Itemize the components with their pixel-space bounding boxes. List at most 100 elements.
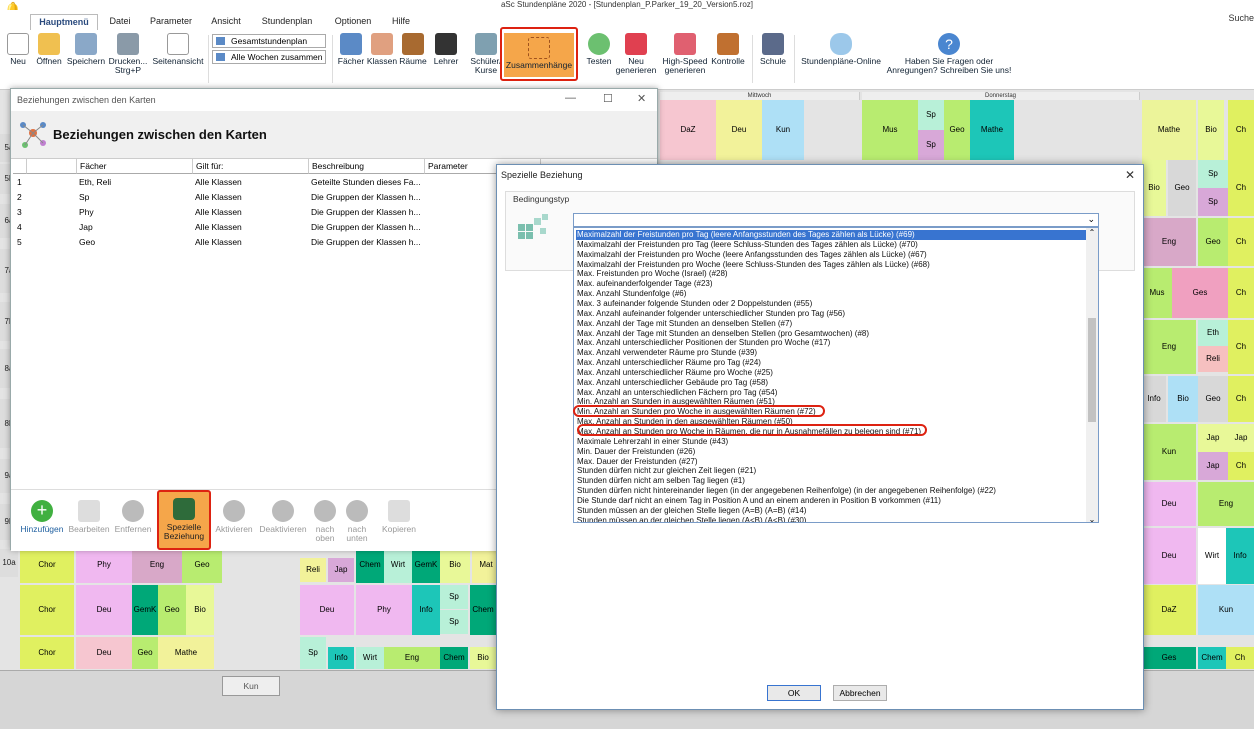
lesson-card[interactable]: Geo — [182, 547, 222, 583]
lesson-card[interactable]: Sp — [918, 100, 944, 130]
lesson-card[interactable]: Wirt — [356, 647, 384, 669]
lesson-card[interactable]: GemK — [412, 547, 440, 583]
kontrolle-button[interactable]: Kontrolle — [710, 33, 746, 66]
highspeed-button[interactable]: High-Speed generieren — [660, 33, 710, 75]
condition-option[interactable]: Stunden müssen an der gleichen Stelle li… — [576, 516, 1086, 522]
condition-option[interactable]: Maximalzahl der Freistunden pro Woche (l… — [576, 250, 1086, 260]
lesson-card[interactable]: Eng — [1142, 218, 1196, 266]
move-down-button[interactable]: nach unten — [343, 500, 371, 543]
menu-hilfe[interactable]: Hilfe — [386, 14, 416, 30]
menu-ansicht[interactable]: Ansicht — [206, 14, 246, 30]
lesson-card[interactable]: Bio — [1142, 160, 1166, 216]
col-beschreibung[interactable]: Beschreibung — [309, 159, 425, 174]
lesson-card[interactable]: Chem — [470, 585, 496, 635]
ok-button[interactable]: OK — [767, 685, 821, 701]
lesson-card[interactable]: Wirt — [384, 547, 412, 583]
lesson-card[interactable]: Deu — [76, 585, 132, 635]
lesson-card[interactable]: Ch — [1226, 647, 1254, 669]
lesson-card[interactable]: Mathe — [1142, 100, 1196, 160]
lesson-card[interactable]: Wirt — [1198, 528, 1226, 584]
lesson-card[interactable]: Geo — [132, 637, 158, 669]
lesson-card[interactable]: Ch — [1228, 268, 1254, 318]
close-icon[interactable]: ✕ — [1125, 168, 1135, 182]
condition-option[interactable]: Max. Anzahl unterschiedlicher Räume pro … — [576, 358, 1086, 368]
oeffnen-button[interactable]: Öffnen — [34, 33, 64, 66]
lesson-card[interactable]: Jap — [1228, 424, 1254, 452]
copy-button[interactable]: Kopieren — [377, 500, 421, 534]
lesson-card[interactable]: Jap — [1198, 424, 1228, 452]
lesson-card[interactable]: Kun — [1198, 585, 1254, 635]
lesson-card[interactable]: Mathe — [158, 637, 214, 669]
condition-option[interactable]: Max. Anzahl verwendeter Räume pro Stunde… — [576, 348, 1086, 358]
neu-generieren-button[interactable]: Neu generieren — [614, 33, 658, 75]
online-button[interactable]: Stundenpläne-Online — [798, 33, 884, 66]
lesson-card[interactable]: GemK — [132, 585, 158, 635]
lesson-card[interactable]: Phy — [356, 585, 412, 635]
lesson-card[interactable]: Sp — [1198, 188, 1228, 216]
lesson-card[interactable]: Ch — [1228, 218, 1254, 266]
condition-option[interactable]: Maximale Lehrerzahl in einer Stunde (#43… — [576, 437, 1086, 447]
edit-button[interactable]: Bearbeiten — [67, 500, 111, 534]
lesson-card[interactable]: Info — [412, 585, 440, 635]
special-relation-button[interactable]: Spezielle Beziehung — [157, 490, 211, 550]
lesson-card[interactable]: Jap — [328, 558, 354, 582]
minimize-icon[interactable]: — — [565, 92, 576, 104]
lesson-card[interactable]: Chem — [1198, 647, 1226, 669]
lesson-card[interactable]: DaZ — [660, 100, 716, 160]
search-link[interactable]: Suche — [1228, 13, 1254, 23]
col-gilt-fuer[interactable]: Gilt für: — [193, 159, 309, 174]
condition-option[interactable]: Max. Anzahl unterschiedlicher Positionen… — [576, 338, 1086, 348]
lesson-card[interactable]: Kun — [1142, 424, 1196, 480]
lesson-card[interactable]: Deu — [1142, 482, 1196, 526]
lesson-card[interactable]: Deu — [76, 637, 132, 669]
lesson-card[interactable]: Bio — [1198, 100, 1224, 160]
scroll-up-icon[interactable]: ⌃ — [1086, 228, 1098, 237]
scrollbar-thumb[interactable] — [1088, 318, 1096, 422]
lesson-card[interactable]: Eng — [384, 647, 440, 669]
condition-option[interactable]: Max. Anzahl unterschiedlicher Räume pro … — [576, 368, 1086, 378]
lesson-card[interactable]: Chem — [440, 647, 468, 669]
list-scrollbar[interactable]: ⌃ ⌄ — [1086, 228, 1098, 522]
lesson-card[interactable]: Ch — [1228, 100, 1254, 160]
menu-parameter[interactable]: Parameter — [146, 14, 196, 30]
lesson-card[interactable]: Bio — [1168, 376, 1198, 422]
lesson-card[interactable]: Ch — [1228, 160, 1254, 216]
lesson-card[interactable]: Eng — [1198, 482, 1254, 526]
condition-option[interactable]: Max. Freistunden pro Woche (Israel) (#28… — [576, 269, 1086, 279]
menu-hauptmenue[interactable]: Hauptmenü — [30, 14, 98, 30]
cancel-button[interactable]: Abbrechen — [833, 685, 887, 701]
lesson-card[interactable]: Kun — [762, 100, 804, 160]
condition-type-select[interactable]: ⌄ — [573, 213, 1099, 227]
lesson-card[interactable]: Bio — [470, 647, 496, 669]
lesson-card[interactable]: Sp — [300, 637, 326, 669]
card-kun-button[interactable]: Kun — [222, 676, 280, 696]
lesson-card[interactable]: Sp — [440, 610, 468, 634]
condition-option[interactable]: Stunden dürfen nicht zur gleichen Zeit l… — [576, 466, 1086, 476]
schueler-button[interactable]: Schüler/ Kurse — [470, 33, 502, 75]
move-up-button[interactable]: nach oben — [311, 500, 339, 543]
lesson-card[interactable]: Info — [1142, 376, 1166, 422]
lesson-card[interactable]: Chem — [356, 547, 384, 583]
condition-option[interactable]: Max. aufeinanderfolgender Tage (#23) — [576, 279, 1086, 289]
lesson-card[interactable]: Info — [1226, 528, 1254, 584]
condition-option[interactable]: Maximalzahl der Freistunden pro Tag (lee… — [576, 230, 1086, 240]
lehrer-button[interactable]: Lehrer — [430, 33, 462, 66]
lesson-card[interactable]: Ges — [1172, 268, 1228, 318]
condition-option[interactable]: Maximalzahl der Freistunden pro Tag (lee… — [576, 240, 1086, 250]
lesson-card[interactable]: Info — [328, 647, 354, 669]
deactivate-button[interactable]: Deaktivieren — [255, 500, 311, 534]
view-combo[interactable]: Gesamtstundenplan — [212, 34, 326, 48]
lesson-card[interactable]: Jap — [1198, 452, 1228, 480]
lesson-card[interactable]: Sp — [440, 585, 468, 609]
lesson-card[interactable]: Deu — [300, 585, 354, 635]
lesson-card[interactable]: Phy — [76, 547, 132, 583]
lesson-card[interactable]: Mathe — [970, 100, 1014, 160]
lesson-card[interactable]: Geo — [158, 585, 186, 635]
lesson-card[interactable]: Deu — [716, 100, 762, 160]
lesson-card[interactable]: Geo — [1198, 376, 1228, 422]
condition-option[interactable]: Max. Anzahl der Tage mit Stunden an dens… — [576, 329, 1086, 339]
condition-option[interactable]: Min. Dauer der Freistunden (#26) — [576, 447, 1086, 457]
condition-option[interactable]: Stunden müssen an der gleichen Stelle li… — [576, 506, 1086, 516]
condition-type-list[interactable]: Maximalzahl der Freistunden pro Tag (lee… — [573, 227, 1099, 523]
speichern-button[interactable]: Speichern — [66, 33, 106, 66]
